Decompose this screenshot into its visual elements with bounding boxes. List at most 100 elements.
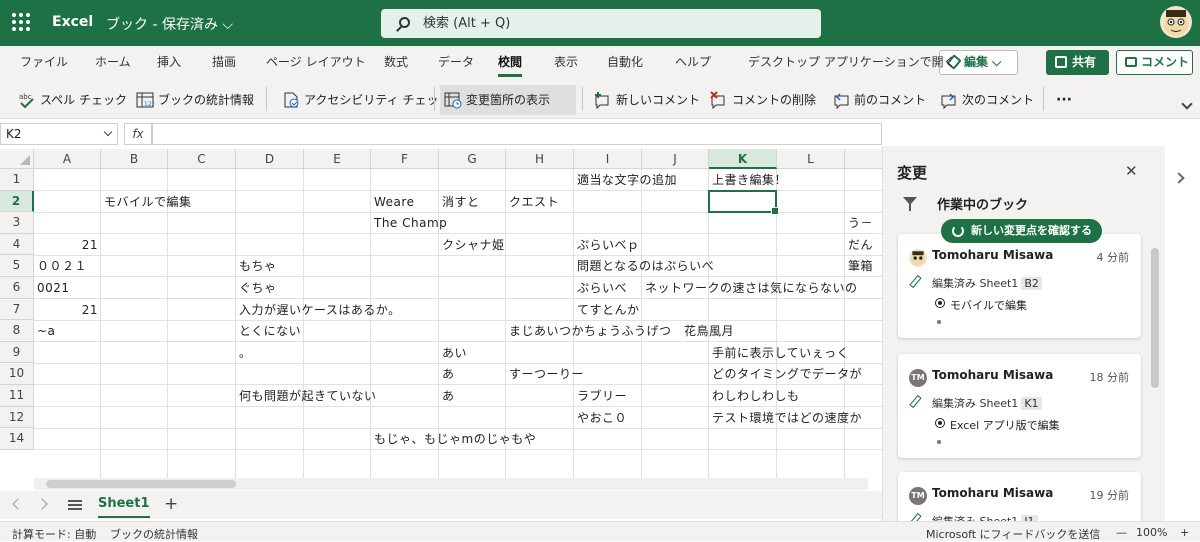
new-comment-button[interactable]: 新しいコメント — [590, 85, 700, 115]
app-launcher-icon[interactable] — [12, 13, 30, 31]
cell-reference-link[interactable]: K1 — [1021, 397, 1042, 410]
cell[interactable]: 手前に表示していぇっく — [709, 342, 852, 364]
column-header-G[interactable]: G — [439, 149, 506, 169]
menu-tab-6[interactable]: データ — [438, 53, 474, 70]
name-box[interactable]: K2 — [0, 123, 118, 145]
cell[interactable]: あい — [439, 342, 470, 364]
ribbon-expand-chevron-icon[interactable] — [1181, 98, 1193, 110]
cell[interactable]: The Champ — [371, 212, 450, 234]
column-header-K[interactable]: K — [709, 149, 777, 169]
cell[interactable]: どのタイミングでデータが — [709, 363, 865, 385]
cell[interactable]: 0021 — [34, 277, 73, 299]
menu-tab-11[interactable]: デスクトップ アプリケーションで開く — [748, 53, 956, 70]
cell[interactable]: ~a — [34, 320, 58, 342]
feedback-link[interactable]: Microsoft にフィードバックを送信 — [926, 526, 1100, 542]
zoom-level[interactable]: 100% — [1136, 526, 1167, 539]
chevron-down-icon[interactable] — [103, 127, 113, 137]
see-new-changes-button[interactable]: 新しい変更点を確認する — [941, 219, 1102, 243]
cell[interactable]: とくにない — [236, 320, 304, 342]
menu-tab-2[interactable]: 挿入 — [157, 53, 181, 70]
menu-tab-3[interactable]: 描画 — [212, 53, 236, 70]
row-header-2[interactable]: 2 — [0, 190, 34, 213]
cell[interactable]: クシャナ姫 — [439, 234, 508, 256]
cell[interactable]: ００２１ — [34, 255, 90, 277]
change-card[interactable]: TM Tomoharu Misawa 18 分前 編集済み Sheet1 K1 Excel… — [898, 354, 1141, 458]
column-header-L[interactable]: L — [777, 149, 845, 169]
cell[interactable]: 筆箱 — [845, 255, 876, 277]
horizontal-scrollbar[interactable] — [34, 478, 868, 490]
cell[interactable]: すーつーりー — [506, 363, 587, 385]
cell-reference-link[interactable]: I1 — [1021, 515, 1038, 521]
menu-tab-1[interactable]: ホーム — [95, 53, 131, 70]
cell[interactable]: あ — [439, 363, 458, 385]
cell[interactable]: Weare — [371, 191, 417, 213]
cell[interactable]: あ — [439, 385, 458, 407]
workbook-statistics-button[interactable]: 123 ブックの統計情報 — [132, 85, 254, 115]
scroll-tabs-right-icon[interactable] — [36, 498, 48, 510]
row-header-10[interactable]: 10 — [0, 363, 34, 385]
menu-tab-0[interactable]: ファイル — [20, 53, 68, 70]
cell[interactable]: う－ — [845, 212, 876, 234]
all-sheets-menu-icon[interactable] — [68, 500, 82, 510]
cell[interactable]: やおこ０ — [574, 407, 630, 429]
cell[interactable]: 消すと — [439, 191, 483, 213]
column-header-I[interactable]: I — [574, 149, 642, 169]
row-header-1[interactable]: 1 — [0, 169, 34, 191]
previous-comment-button[interactable]: 前のコメント — [828, 85, 926, 115]
delete-comment-button[interactable]: コメントの削除 — [706, 85, 816, 115]
more-options-button[interactable]: ··· — [1030, 85, 1072, 115]
zoom-out-button[interactable]: — — [1116, 526, 1127, 539]
chevron-right-icon[interactable] — [1173, 172, 1185, 184]
row-header-3[interactable]: 3 — [0, 212, 34, 234]
column-header-A[interactable]: A — [34, 149, 101, 169]
insert-function-button[interactable]: fx — [124, 123, 152, 145]
cell[interactable]: モバイルで編集 — [101, 191, 195, 213]
menu-tab-5[interactable]: 数式 — [384, 53, 408, 70]
pane-scrollbar[interactable] — [1149, 236, 1161, 516]
cell[interactable]: 。 — [236, 342, 255, 364]
filter-dropdown[interactable]: 作業中のブック — [903, 194, 1028, 213]
cell[interactable]: ネットワークの速さは気にならないの — [642, 277, 861, 299]
menu-tab-8[interactable]: 表示 — [554, 53, 578, 70]
cell[interactable]: わしわしわしも — [709, 385, 803, 407]
menu-tab-4[interactable]: ページ レイアウト — [266, 53, 366, 70]
cell[interactable]: てすとんか — [574, 299, 643, 321]
workbook-statistics-status[interactable]: ブックの統計情報 — [110, 526, 198, 542]
scroll-tabs-left-icon[interactable] — [12, 498, 24, 510]
column-header-overflow[interactable] — [845, 149, 882, 169]
cell[interactable]: まじあいつかちょうふうげつ 花鳥風月 — [506, 320, 737, 342]
column-header-E[interactable]: E — [304, 149, 371, 169]
cell[interactable]: 21 — [34, 234, 101, 256]
row-header-9[interactable]: 9 — [0, 341, 34, 364]
cell[interactable]: テスト環境ではどの速度か — [709, 407, 865, 429]
spell-check-button[interactable]: abc スペル チェック — [14, 85, 127, 115]
column-header-C[interactable]: C — [168, 149, 236, 169]
change-card[interactable]: TM Tomoharu Misawa 19 分前編集済み Sheet1I1 — [898, 472, 1141, 521]
column-header-D[interactable]: D — [236, 149, 304, 169]
column-header-H[interactable]: H — [506, 149, 574, 169]
cell[interactable]: ぷらいべ — [574, 277, 630, 299]
menu-tab-9[interactable]: 自動化 — [607, 53, 643, 70]
row-header-4[interactable]: 4 — [0, 233, 34, 256]
cell-reference-link[interactable]: B2 — [1021, 277, 1042, 290]
row-header-12[interactable]: 12 — [0, 406, 34, 429]
cell[interactable]: 入力が遅いケースはあるか。 — [236, 299, 404, 321]
row-header-5[interactable]: 5 — [0, 255, 34, 277]
cell[interactable]: だん — [845, 234, 876, 256]
cell[interactable]: ぐちゃ — [236, 277, 280, 299]
row-header-11[interactable]: 11 — [0, 385, 34, 407]
cell[interactable]: 適当な文字の追加 — [574, 169, 680, 191]
cell[interactable]: 21 — [34, 299, 101, 321]
selected-cell-k2[interactable] — [708, 189, 779, 215]
select-all-corner[interactable] — [0, 149, 34, 169]
cell[interactable]: ぷらいべｐ — [574, 234, 643, 256]
document-name[interactable]: ブック - 保存済み ⌵ — [106, 14, 233, 34]
menu-tab-10[interactable]: ヘルプ — [675, 53, 711, 70]
add-sheet-button[interactable]: + — [164, 494, 178, 514]
show-changes-button[interactable]: 変更箇所の表示 — [440, 85, 576, 115]
scrollbar-thumb[interactable] — [1151, 248, 1159, 388]
change-card[interactable]: Tomoharu Misawa 4 分前 編集済み Sheet1 B2 モバイルで編集 — [898, 234, 1141, 338]
cell[interactable]: 何も問題が起きていない — [236, 385, 380, 407]
next-comment-button[interactable]: 次のコメント — [936, 85, 1034, 115]
zoom-in-button[interactable]: + — [1180, 526, 1189, 539]
